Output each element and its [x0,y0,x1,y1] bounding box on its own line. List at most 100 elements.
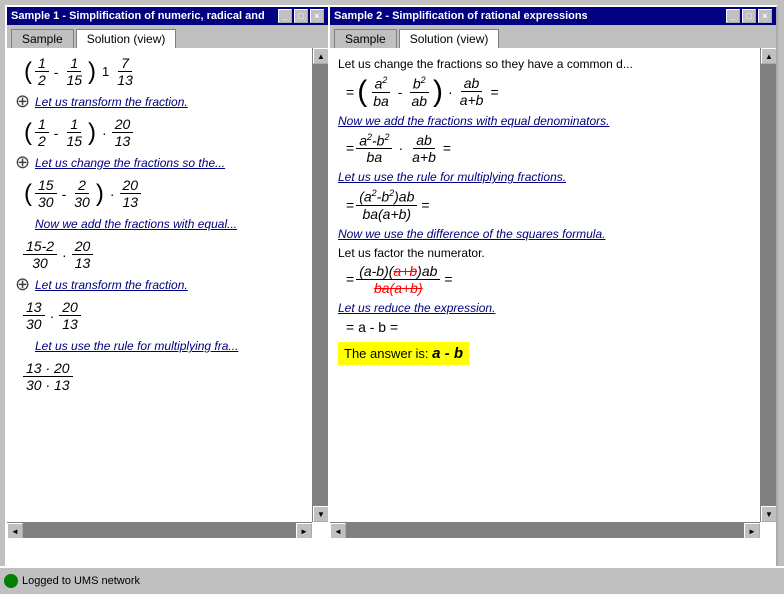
scroll-up-2[interactable]: ▲ [761,48,776,64]
titlebar-buttons-1: _ □ × [278,9,324,23]
minimize-btn-2[interactable]: _ [726,9,740,23]
math-expr-1: ( 1 2 - 1 15 ) 1 7 [23,55,308,88]
answer-block: The answer is: a - b [338,342,469,365]
dot-1: 1 [102,64,109,79]
w2-text-2: Now we add the fractions with equal deno… [338,114,756,128]
frac-1-15: 1 15 [63,55,85,88]
w2-eq2: = [490,84,498,100]
taskbar: Logged to UMS network [0,566,784,594]
math-expr-3: ( 15 30 - 2 30 ) · 20 [23,177,308,210]
w2-eq5: = [346,197,354,213]
hscrollbar-2: ◄ ► [330,522,760,538]
w2-text-6-label: Let us reduce the expression. [338,301,756,315]
dot-4: · [62,247,67,263]
w2-text-1-label: Let us change the fractions so they have… [338,57,633,71]
frac-15-30: 15 30 [35,177,57,210]
frac-13dot20-30dot13: 13 · 20 30 · 13 [23,360,73,393]
frac-7-13: 7 13 [114,55,136,88]
down-arrow-1: ⊕ [15,91,30,111]
step-text-5: Let us use the rule for multiplying fra.… [35,339,238,353]
w2-frac-a2-ba: a2 ba [370,75,392,109]
tabs-2: Sample Solution (view) [330,25,776,48]
tabs-1: Sample Solution (view) [7,25,328,48]
math-expr-2: ( 1 2 - 1 15 ) · 20 [23,116,308,149]
close-btn-2[interactable]: × [758,9,772,23]
tab-solution-1[interactable]: Solution (view) [76,29,177,48]
close-btn-1[interactable]: × [310,9,324,23]
frac-20-13b: 20 13 [120,177,142,210]
answer-label: The answer is: [344,346,432,361]
frac-15minus2-30: 15-2 30 [23,238,57,271]
status-text: Logged to UMS network [22,575,140,587]
hscroll-track-1 [23,523,296,538]
frac-1-2b: 1 2 [35,116,49,149]
w2-frac-product: (a2-b2)ab ba(a+b) [356,188,417,222]
maximize-btn-2[interactable]: □ [742,9,756,23]
scroll-left-1[interactable]: ◄ [7,523,23,538]
w2-math-1: = ( a2 ba - b2 ab ) · [346,75,756,109]
w2-text-5-label: Let us factor the numerator. [338,246,485,260]
hscrollbar-1: ◄ ► [7,522,312,538]
answer-value: a - b [432,345,463,362]
tab-solution-2[interactable]: Solution (view) [399,29,500,48]
step-4: ⊕ Let us transform the fraction. [15,274,308,296]
w2-math-5: = a - b = [346,319,756,335]
w2-eq4: = [443,140,451,156]
window1-scroll: ( 1 2 - 1 15 ) 1 7 [7,48,328,538]
w2-paren-open-1: ( [357,77,367,107]
w2-math-4: = (a-b)(a+b)ab ba(a+b) = [346,263,756,296]
math-expr-5: 13 30 · 20 13 [23,299,308,332]
scroll-right-1[interactable]: ► [296,523,312,538]
step-1: ⊕ Let us transform the fraction. [15,91,308,113]
maximize-btn-1[interactable]: □ [294,9,308,23]
scroll-track-1 [313,64,328,506]
scroll-left-2[interactable]: ◄ [330,523,346,538]
close-paren-3: ) [96,182,104,206]
frac-13-30: 13 30 [23,299,45,332]
w2-paren-close-1: ) [433,77,443,107]
tab-sample-1[interactable]: Sample [11,29,74,48]
w2-frac-ab-aplusb: ab a+b [457,75,487,108]
dot-5: · [50,308,55,324]
scroll-down-2[interactable]: ▼ [761,506,776,522]
frac-20-13c: 20 13 [72,238,94,271]
w2-text-1: Let us change the fractions so they have… [338,56,756,71]
frac-1-15b: 1 15 [63,116,85,149]
w2-text-2-label: Now we add the fractions with equal deno… [338,114,756,128]
hscroll-track-2 [346,523,744,538]
w2-math-3: = (a2-b2)ab ba(a+b) = [346,188,756,222]
frac-20-13d: 20 13 [59,299,81,332]
step-5: Let us use the rule for multiplying fra.… [15,335,308,357]
window2-content: Let us change the fractions so they have… [330,48,776,588]
w2-eq6: = [421,197,429,213]
vscrollbar-2: ▲ ▼ [760,48,776,522]
window1-content: ( 1 2 - 1 15 ) 1 7 [7,48,328,588]
step-text-3: Now we add the fractions with equal... [35,217,237,231]
step-3: Now we add the fractions with equal... [15,213,308,235]
scroll-down-1[interactable]: ▼ [313,506,328,522]
scroll-right-2[interactable]: ► [744,523,760,538]
down-arrow-2: ⊕ [15,152,30,172]
w2-text-4: Now we use the difference of the squares… [338,227,756,241]
network-status-icon [4,574,18,588]
w2-eq8: = [444,271,452,287]
titlebar-buttons-2: _ □ × [726,9,772,23]
w2-eq3: = [346,140,354,156]
minus-3: - [62,186,67,202]
titlebar-1: Sample 1 - Simplification of numeric, ra… [7,7,328,25]
minimize-btn-1[interactable]: _ [278,9,292,23]
w2-dot-1: · [448,84,453,100]
vscrollbar-1: ▲ ▼ [312,48,328,522]
w2-text-5: Let us factor the numerator. [338,245,756,260]
w2-dot-2: · [398,140,403,156]
tab-sample-2[interactable]: Sample [334,29,397,48]
scroll-up-1[interactable]: ▲ [313,48,328,64]
desktop: Sample 1 - Simplification of numeric, ra… [0,0,784,594]
titlebar-2: Sample 2 - Simplification of rational ex… [330,7,776,25]
window-2: Sample 2 - Simplification of rational ex… [328,5,778,575]
close-paren-2: ) [88,121,96,145]
w2-minus-1: - [398,84,403,100]
step-icon-4: ⊕ [15,274,35,295]
w2-text-4-label: Now we use the difference of the squares… [338,227,756,241]
down-arrow-4: ⊕ [15,274,30,294]
